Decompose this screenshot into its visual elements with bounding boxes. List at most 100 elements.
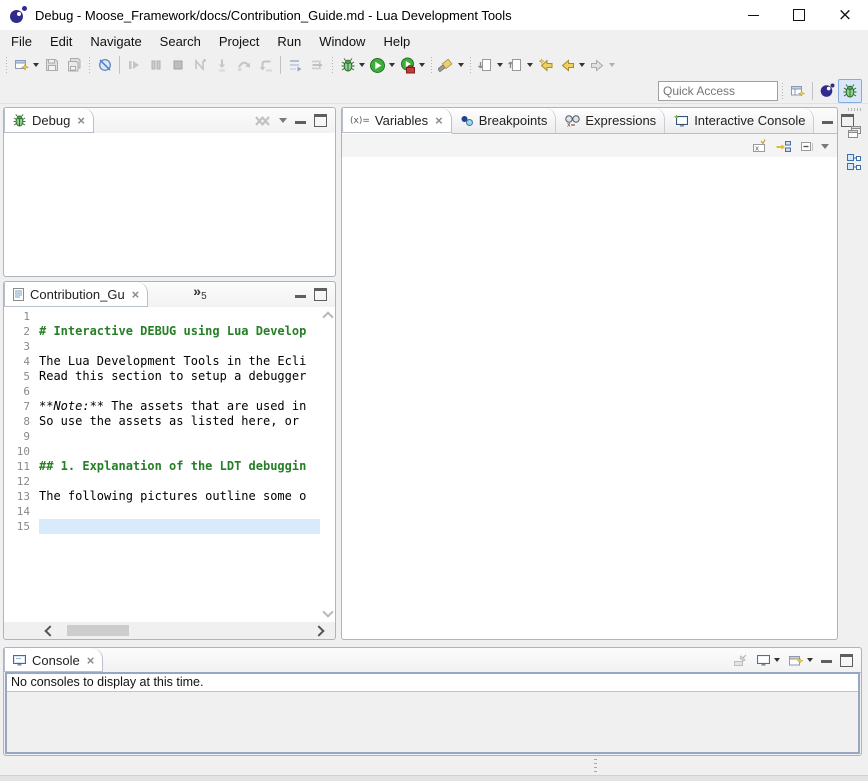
show-logical-structure-icon[interactable] — [775, 139, 793, 154]
maximize-view-icon[interactable] — [314, 288, 327, 301]
toolbar-drag-handle[interactable] — [88, 57, 91, 73]
debug-button[interactable] — [337, 54, 367, 76]
scroll-right-icon[interactable] — [313, 625, 324, 636]
menu-edit[interactable]: Edit — [41, 32, 81, 51]
menu-search[interactable]: Search — [151, 32, 210, 51]
open-console-button[interactable] — [788, 653, 813, 667]
forward-button[interactable] — [587, 54, 617, 76]
scroll-down-icon[interactable] — [322, 606, 333, 617]
step-into-button[interactable] — [211, 54, 233, 76]
toolbar-drag-handle[interactable] — [5, 57, 8, 73]
debug-perspective-button[interactable] — [838, 79, 862, 103]
pin-console-icon[interactable] — [732, 653, 748, 667]
variables-content[interactable] — [342, 157, 837, 639]
tab-console[interactable]: Console × — [4, 648, 103, 673]
lua-perspective-button[interactable] — [816, 80, 838, 102]
menu-help[interactable]: Help — [374, 32, 419, 51]
disconnect-button[interactable] — [189, 54, 211, 76]
editor-line-5[interactable]: 5Read this section to setup a debugger — [4, 369, 320, 384]
menu-window[interactable]: Window — [310, 32, 374, 51]
next-annotation-button[interactable] — [475, 54, 505, 76]
editor-vertical-scrollbar[interactable] — [320, 307, 335, 622]
editor-line-1[interactable]: 1 — [4, 309, 320, 324]
minimize-view-icon[interactable] — [295, 292, 306, 298]
editor-line-13[interactable]: 13The following pictures outline some o — [4, 489, 320, 504]
tab-debug[interactable]: Debug × — [4, 108, 94, 134]
outline-view-icon[interactable] — [846, 153, 864, 171]
quick-access-input[interactable] — [658, 81, 778, 101]
scrollbar-thumb[interactable] — [67, 625, 129, 636]
last-edit-location-button[interactable] — [535, 54, 557, 76]
collapse-all-icon[interactable] — [799, 139, 815, 154]
menu-run[interactable]: Run — [268, 32, 310, 51]
tab-contribution-guide[interactable]: Contribution_Gu × — [4, 282, 148, 308]
open-console-dropdown[interactable] — [807, 658, 813, 662]
back-button[interactable] — [557, 54, 587, 76]
new-wizard-dropdown[interactable] — [33, 63, 39, 67]
search-dropdown[interactable] — [458, 63, 464, 67]
tab-breakpoints[interactable]: Breakpoints — [452, 108, 557, 133]
scroll-left-icon[interactable] — [44, 625, 55, 636]
editor-line-11[interactable]: 11## 1. Explanation of the LDT debuggin — [4, 459, 320, 474]
previous-annotation-button[interactable] — [505, 54, 535, 76]
window-close-button[interactable]: × — [822, 0, 868, 30]
window-minimize-button[interactable] — [730, 0, 776, 30]
menu-project[interactable]: Project — [210, 32, 268, 51]
editor-line-15[interactable]: 15 — [4, 519, 320, 534]
editor-line-14[interactable]: 14 — [4, 504, 320, 519]
minimize-view-icon[interactable] — [821, 657, 832, 663]
menu-navigate[interactable]: Navigate — [81, 32, 150, 51]
tab-interactive-console[interactable]: Interactive Console — [665, 108, 814, 133]
toolbar-drag-handle[interactable] — [331, 57, 334, 73]
close-icon[interactable]: × — [132, 287, 140, 302]
editor-tab-overflow[interactable]: »5 — [193, 282, 206, 307]
skip-all-breakpoints-button[interactable] — [94, 54, 116, 76]
external-tools-dropdown[interactable] — [419, 63, 425, 67]
editor-line-4[interactable]: 4The Lua Development Tools in the Ecli — [4, 354, 320, 369]
toolbar-drag-handle[interactable] — [469, 57, 472, 73]
view-menu-icon[interactable] — [821, 144, 829, 149]
toolbar-drag-handle[interactable] — [430, 57, 433, 73]
view-menu-icon[interactable] — [279, 118, 287, 123]
save-all-button[interactable] — [63, 54, 85, 76]
suspend-button[interactable] — [145, 54, 167, 76]
display-selected-console-button[interactable] — [756, 654, 780, 667]
editor-content[interactable]: 12# Interactive DEBUG using Lua Develop3… — [4, 307, 335, 622]
external-tools-button[interactable] — [397, 54, 427, 76]
debug-dropdown[interactable] — [359, 63, 365, 67]
menu-file[interactable]: File — [2, 32, 41, 51]
maximize-view-icon[interactable] — [840, 654, 853, 667]
next-annotation-dropdown[interactable] — [497, 63, 503, 67]
search-button[interactable] — [436, 54, 466, 76]
minimize-view-icon[interactable] — [822, 118, 833, 124]
run-button[interactable] — [367, 54, 397, 76]
step-return-button[interactable] — [255, 54, 277, 76]
editor-line-6[interactable]: 6 — [4, 384, 320, 399]
console-content[interactable]: No consoles to display at this time. — [5, 672, 860, 754]
editor-line-7[interactable]: 7**Note:** The assets that are used in — [4, 399, 320, 414]
editor-line-2[interactable]: 2# Interactive DEBUG using Lua Develop — [4, 324, 320, 339]
editor-line-9[interactable]: 9 — [4, 429, 320, 444]
debug-view-content[interactable] — [4, 133, 335, 276]
step-over-button[interactable] — [233, 54, 255, 76]
previous-annotation-dropdown[interactable] — [527, 63, 533, 67]
trim-drag-handle[interactable] — [848, 108, 862, 111]
editor-horizontal-scrollbar[interactable] — [4, 622, 335, 639]
display-console-dropdown[interactable] — [774, 658, 780, 662]
drop-to-frame-button[interactable] — [284, 54, 306, 76]
terminate-button[interactable] — [167, 54, 189, 76]
editor-line-10[interactable]: 10 — [4, 444, 320, 459]
open-perspective-button[interactable] — [787, 80, 809, 102]
status-bar-drag-handle[interactable] — [594, 759, 597, 775]
forward-dropdown[interactable] — [609, 63, 615, 67]
tab-variables[interactable]: (x)= Variables × — [342, 108, 452, 134]
use-step-filters-button[interactable] — [306, 54, 328, 76]
show-type-names-icon[interactable]: x — [751, 139, 769, 154]
remove-all-terminated-icon[interactable] — [254, 114, 271, 128]
close-icon[interactable]: × — [435, 113, 443, 128]
restore-view-icon[interactable] — [847, 125, 863, 139]
editor-line-12[interactable]: 12 — [4, 474, 320, 489]
tab-expressions[interactable]: x= Expressions — [556, 108, 665, 133]
close-icon[interactable]: × — [77, 113, 85, 128]
save-button[interactable] — [41, 54, 63, 76]
